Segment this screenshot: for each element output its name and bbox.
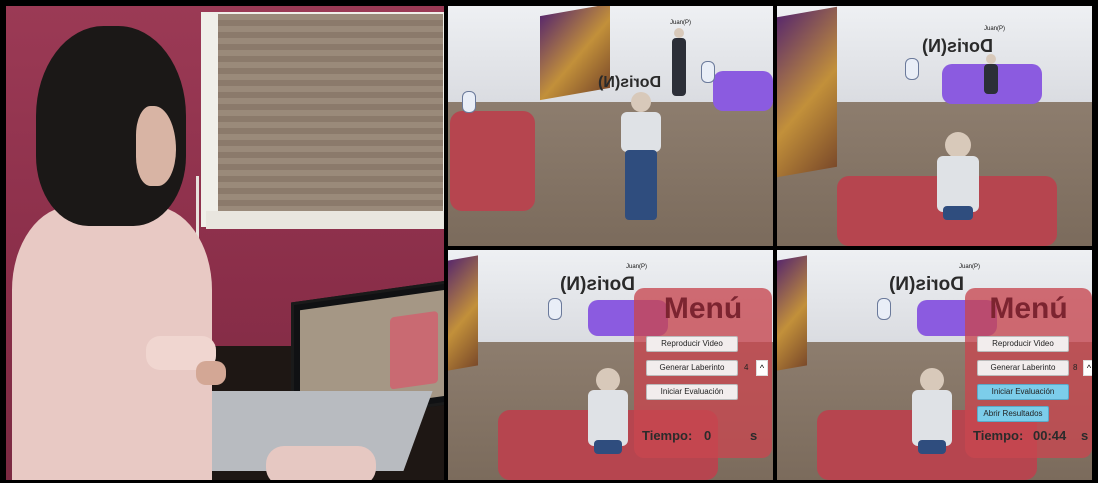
mask-poster xyxy=(777,6,837,178)
person-hand xyxy=(196,361,226,385)
time-label: Tiempo: xyxy=(973,428,1024,443)
maze-level-value: 4 xyxy=(744,363,749,372)
time-value: 00:44 xyxy=(1033,428,1067,443)
laptop-screen-menu xyxy=(390,310,438,390)
maze-level-value: 8 xyxy=(1073,363,1078,372)
name-tag: Juan(P) xyxy=(984,26,1006,32)
scene-bottom-left: Juan(P) Doris(N) Menú Reproducir Video G… xyxy=(448,250,773,480)
window-sill xyxy=(206,211,444,229)
menu-title: Menú xyxy=(989,292,1068,325)
scene-top-left: Juan(P) Doris(N) xyxy=(448,6,773,246)
menu-panel: Menú Reproducir Video Generar Laberinto … xyxy=(634,288,772,458)
time-label: Tiempo: xyxy=(642,428,693,443)
red-armchair xyxy=(450,111,535,211)
menu-title: Menú xyxy=(663,292,743,325)
play-video-button[interactable]: Reproducir Video xyxy=(977,336,1069,352)
vase xyxy=(905,58,919,80)
mask-poster xyxy=(777,255,807,371)
scene-top-right: Juan(P) Doris(N) xyxy=(777,6,1092,246)
vase xyxy=(548,298,562,320)
name-label-doris: Doris(N) xyxy=(922,36,993,56)
name-tag: Juan(P) xyxy=(670,20,692,26)
vase xyxy=(701,61,715,83)
scene-bottom-right: Juan(P) Doris(N) Menú Reproducir Video G… xyxy=(777,250,1092,480)
time-value: 0 xyxy=(704,428,712,443)
open-results-button[interactable]: Abrir Resultados xyxy=(977,406,1049,422)
name-tag: Juan(P) xyxy=(959,264,981,270)
start-evaluation-button[interactable]: Iniciar Evaluación xyxy=(977,384,1069,400)
name-label-doris: Doris(N) xyxy=(598,74,662,91)
maze-level-stepper[interactable]: ^ xyxy=(1083,360,1092,376)
vase xyxy=(462,91,476,113)
maze-level-stepper[interactable]: ^ xyxy=(756,360,768,376)
generate-maze-button[interactable]: Generar Laberinto xyxy=(646,360,738,376)
purple-sofa xyxy=(713,71,773,111)
time-unit: s xyxy=(750,428,758,443)
photo-user-at-laptop xyxy=(6,6,444,480)
vase xyxy=(877,298,891,320)
play-video-button[interactable]: Reproducir Video xyxy=(646,336,738,352)
generate-maze-button[interactable]: Generar Laberinto xyxy=(977,360,1069,376)
mask-poster xyxy=(448,255,478,371)
time-unit: s xyxy=(1081,428,1089,443)
name-tag: Juan(P) xyxy=(626,264,648,270)
start-evaluation-button[interactable]: Iniciar Evaluación xyxy=(646,384,738,400)
name-label-doris: Doris(N) xyxy=(889,274,964,295)
menu-panel: Menú Reproducir Video Generar Laberinto … xyxy=(965,288,1092,458)
name-label-doris: Doris(N) xyxy=(560,274,635,295)
person-arm-on-touchpad xyxy=(266,446,376,480)
roller-blind xyxy=(218,14,443,214)
